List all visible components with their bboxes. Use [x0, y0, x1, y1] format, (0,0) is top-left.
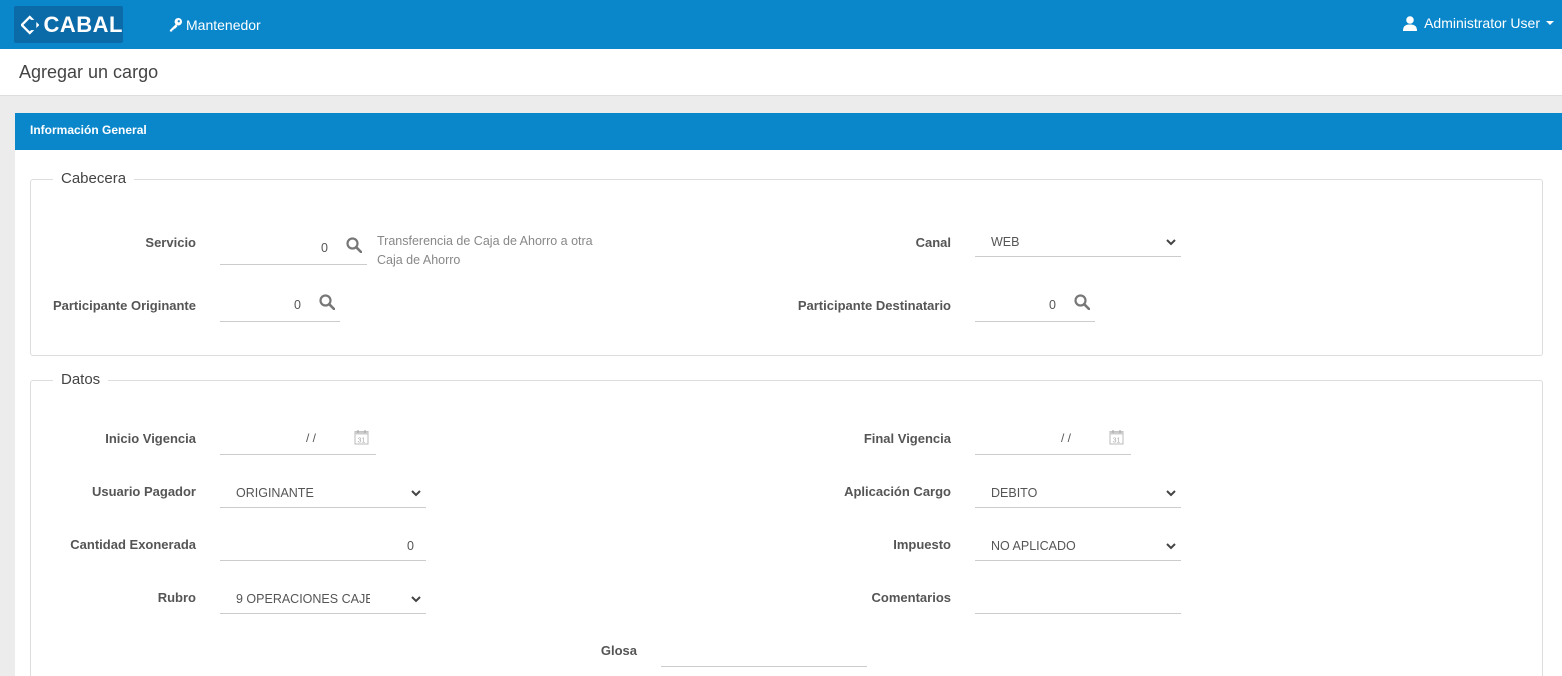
- participante-destinatario-input[interactable]: 0: [975, 292, 1095, 322]
- nav-mantenedor-label: Mantenedor: [186, 16, 261, 33]
- rubro-label: Rubro: [157, 590, 196, 605]
- inicio-vigencia-value: / /: [306, 431, 317, 445]
- rubro-value: 9 OPERACIONES CAJERO: [236, 592, 370, 606]
- final-vigencia-value: / /: [1061, 431, 1072, 445]
- calendar-icon[interactable]: 31: [354, 429, 369, 445]
- participante-originante-label: Participante Originante: [52, 298, 196, 313]
- chevron-down-icon: [1166, 543, 1176, 550]
- aplicacion-cargo-label: Aplicación Cargo: [844, 484, 951, 499]
- user-name: Administrator User: [1424, 15, 1540, 31]
- title-bar: Agregar un cargo: [0, 49, 1562, 96]
- impuesto-value: NO APLICADO: [991, 539, 1076, 553]
- cabecera-legend: Cabecera: [53, 170, 135, 187]
- comentarios-input[interactable]: [975, 584, 1181, 614]
- calendar-day: 31: [358, 438, 366, 445]
- search-icon[interactable]: [346, 237, 362, 253]
- usuario-pagador-value: ORIGINANTE: [236, 486, 314, 500]
- caret-down-icon: [1546, 21, 1554, 25]
- participante-originante-value: 0: [294, 298, 301, 312]
- inicio-vigencia-label: Inicio Vigencia: [105, 431, 196, 446]
- participante-originante-input[interactable]: 0: [220, 292, 340, 322]
- aplicacion-cargo-select[interactable]: DEBITO: [975, 478, 1181, 508]
- servicio-value: 0: [321, 241, 328, 255]
- page-title: Agregar un cargo: [19, 62, 159, 82]
- user-icon: [1403, 15, 1418, 31]
- impuesto-label: Impuesto: [893, 537, 951, 552]
- datos-legend: Datos: [53, 371, 109, 388]
- cabecera-group: Cabecera Servicio 0 Transferencia de Caj…: [30, 170, 1543, 356]
- nav-mantenedor[interactable]: Mantenedor: [168, 0, 261, 49]
- key-icon: [169, 17, 183, 32]
- chevron-down-icon: [411, 490, 421, 497]
- participante-destinatario-label: Participante Destinatario: [797, 298, 951, 313]
- cantidad-exonerada-value: 0: [407, 539, 414, 553]
- impuesto-select[interactable]: NO APLICADO: [975, 531, 1181, 561]
- inicio-vigencia-input[interactable]: / / 31: [220, 425, 376, 455]
- glosa-label: Glosa: [600, 643, 637, 658]
- canal-value: WEB: [991, 235, 1020, 249]
- brand-logo[interactable]: CABAL: [14, 6, 123, 43]
- cantidad-exonerada-label: Cantidad Exonerada: [70, 537, 196, 552]
- user-menu[interactable]: Administrator User: [1403, 0, 1554, 46]
- chevron-down-icon: [1166, 239, 1176, 246]
- usuario-pagador-select[interactable]: ORIGINANTE: [220, 478, 426, 508]
- final-vigencia-input[interactable]: / / 31: [975, 425, 1131, 455]
- calendar-icon[interactable]: 31: [1109, 429, 1124, 445]
- servicio-description: Transferencia de Caja de Ahorro a otra C…: [377, 234, 593, 267]
- servicio-label: Servicio: [145, 235, 196, 250]
- servicio-input[interactable]: 0: [220, 235, 367, 265]
- canal-select[interactable]: WEB: [975, 227, 1181, 257]
- top-navbar: CABAL Mantenedor Administrator User: [0, 0, 1562, 49]
- final-vigencia-label: Final Vigencia: [863, 431, 951, 446]
- participante-destinatario-value: 0: [1049, 298, 1056, 312]
- search-icon[interactable]: [319, 294, 335, 310]
- usuario-pagador-label: Usuario Pagador: [91, 484, 196, 499]
- comentarios-label: Comentarios: [871, 590, 951, 605]
- general-info-panel: Información General Cabecera Servicio 0 …: [15, 113, 1562, 676]
- datos-group: Datos Inicio Vigencia / / 31 Final Vigen…: [30, 371, 1543, 676]
- rubro-select[interactable]: 9 OPERACIONES CAJERO: [220, 584, 426, 614]
- calendar-day: 31: [1113, 438, 1121, 445]
- logo-icon: [21, 14, 39, 35]
- logo-text: CABAL: [43, 11, 123, 37]
- cantidad-exonerada-input[interactable]: 0: [220, 531, 426, 561]
- aplicacion-cargo-value: DEBITO: [991, 486, 1038, 500]
- glosa-input[interactable]: [661, 637, 867, 667]
- chevron-down-icon: [411, 596, 421, 603]
- chevron-down-icon: [1166, 490, 1176, 497]
- panel-header: Información General: [15, 113, 1562, 150]
- search-icon[interactable]: [1074, 294, 1090, 310]
- canal-label: Canal: [915, 235, 951, 250]
